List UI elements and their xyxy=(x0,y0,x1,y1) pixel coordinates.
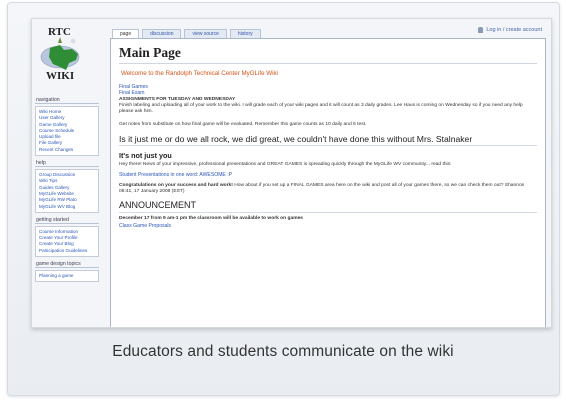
sidebar: navigation Wiki Home User Gallery Game G… xyxy=(35,97,99,286)
portlet-title: getting started xyxy=(35,217,99,224)
portlet-body: Group Discussion Wiki Tips Guides Galler… xyxy=(35,169,99,213)
page-title: Main Page xyxy=(119,45,537,64)
logo-wiki-text: WIKI xyxy=(46,70,75,82)
portlet-help: help Group Discussion Wiki Tips Guides G… xyxy=(35,160,99,213)
notes-text: Get notes from substitute on how final g… xyxy=(119,121,367,127)
portlet-navigation: navigation Wiki Home User Gallery Game G… xyxy=(35,97,99,157)
login-link[interactable]: Log in / create account xyxy=(486,27,542,33)
congrats-paragraph: Congratulations on your success and hard… xyxy=(119,183,537,196)
sidebar-item-participation-guidelines[interactable]: Participation Guidelines xyxy=(39,248,95,254)
portlet-body: Wiki Home User Gallery Game Gallery Cour… xyxy=(35,106,99,157)
main-content: Main Page Welcome to the Randolph Techni… xyxy=(110,38,546,327)
portlet-body: Planning a game xyxy=(35,270,99,283)
congrats-bold-text: Congratulations on your success and hard… xyxy=(119,182,233,188)
wiki-screenshot: Log in / create account RTC WIKI page di… xyxy=(31,18,552,328)
caption: Educators and students communicate on th… xyxy=(112,343,454,360)
section-heading-rock: Is it just me or do we all rock, we did … xyxy=(119,134,537,146)
section-heading-announcement: ANNOUNCEMENT xyxy=(119,200,537,214)
portlet-game-design: game design topics Planning a game xyxy=(35,261,99,283)
sidebar-item-planning-a-game[interactable]: Planning a game xyxy=(39,273,95,279)
portlet-getting-started: getting started Course Information Creat… xyxy=(35,217,99,258)
portlet-title: navigation xyxy=(35,97,99,104)
user-icon xyxy=(478,27,484,33)
portlet-body: Course Information Create Your Profile C… xyxy=(35,225,99,258)
sidebar-item-recent-changes[interactable]: Recent Changes xyxy=(39,147,95,153)
welcome-banner: Welcome to the Randolph Technical Center… xyxy=(121,70,278,77)
section-heading-not-just-you: It's not just you xyxy=(119,151,172,160)
link-class-game-proposals[interactable]: Class Game Proposals xyxy=(119,223,537,229)
user-links[interactable]: Log in / create account xyxy=(478,27,542,33)
sidebar-item-myglife-blog[interactable]: MyGLife WV Blog xyxy=(39,204,95,210)
portlet-title: help xyxy=(35,160,99,168)
assignments-text: Finish labeling and uploading all of you… xyxy=(119,103,523,115)
screenshot-card: Log in / create account RTC WIKI page di… xyxy=(7,2,560,396)
portlet-title: game design topics xyxy=(35,261,99,269)
site-logo[interactable]: RTC WIKI xyxy=(36,26,92,86)
